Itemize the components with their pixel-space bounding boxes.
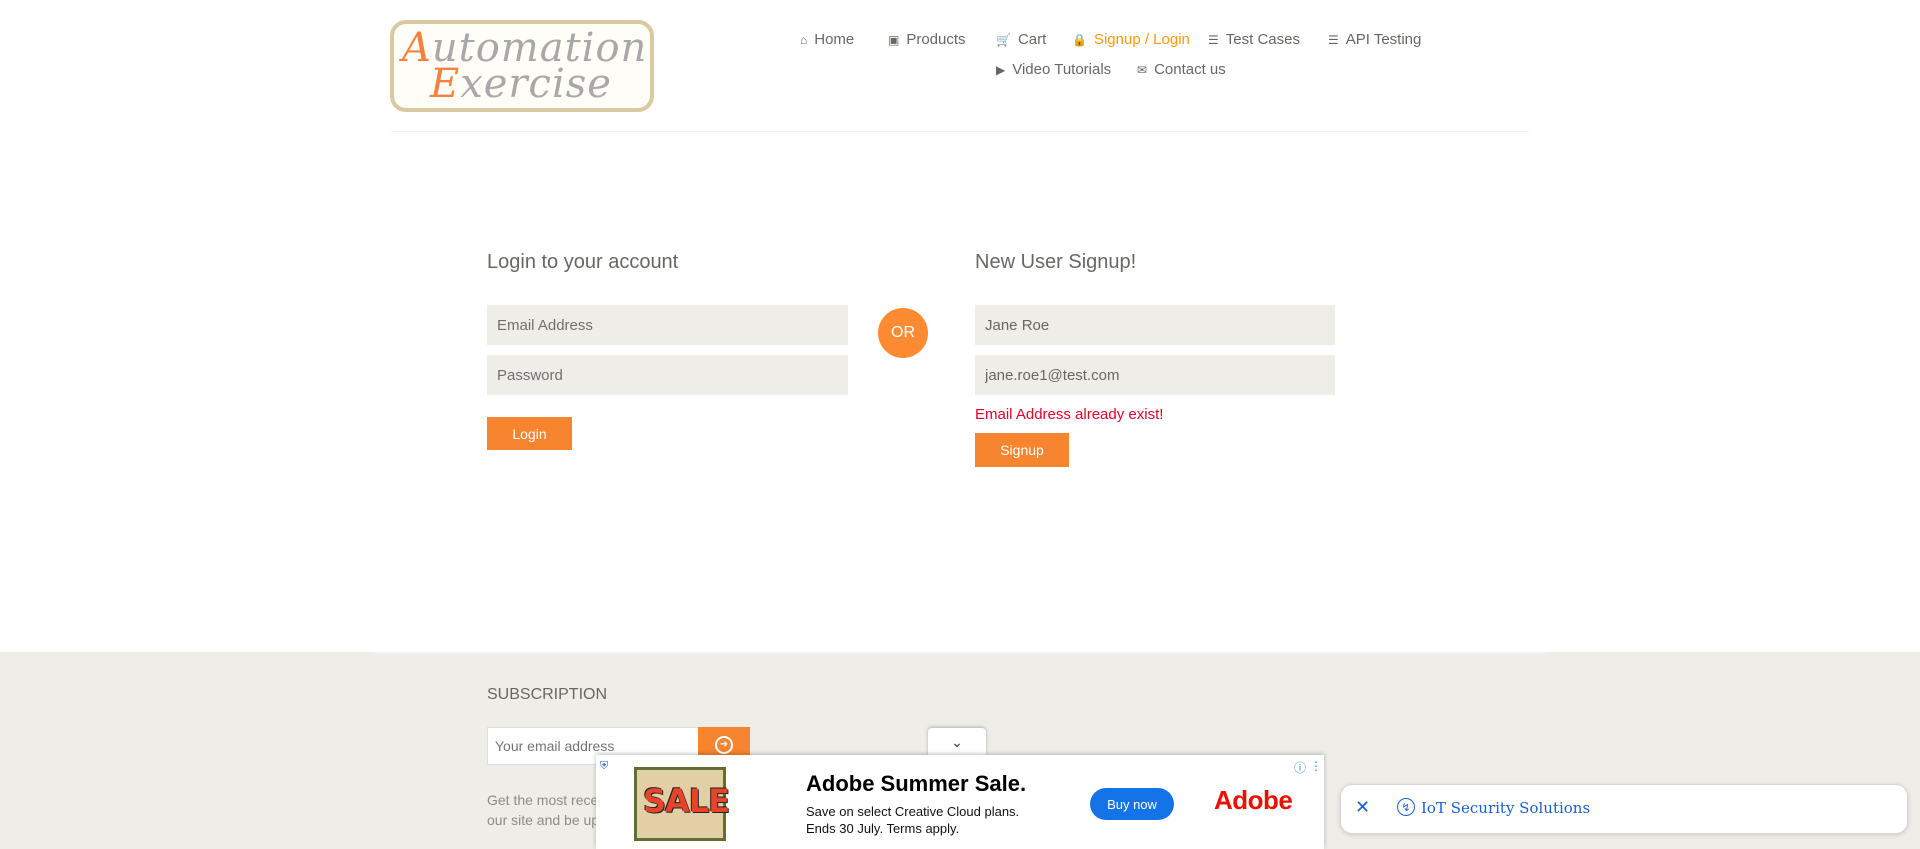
lock-icon: 🔒 [1072, 32, 1087, 47]
side-ad-bar[interactable]: ✕ ↯ IoT Security Solutions [1340, 784, 1908, 834]
subscription-title: SUBSCRIPTION [487, 686, 608, 703]
youtube-play-icon: ▶ [996, 62, 1006, 77]
nav-signup-login[interactable]: 🔒 Signup / Login [1072, 31, 1190, 48]
envelope-icon: ✉ [1137, 62, 1148, 77]
signup-error-message: Email Address already exist! [975, 406, 1164, 423]
cart-icon: 🛒 [996, 32, 1011, 47]
login-button[interactable]: Login [487, 417, 572, 450]
nav-test-cases[interactable]: ☰ Test Cases [1208, 31, 1300, 48]
list-icon: ☰ [1328, 32, 1339, 47]
adobe-banner-ad[interactable]: ⛨ SALE Adobe Summer Sale. Save on select… [596, 755, 1324, 849]
ad-brand-logo: Adobe [1214, 785, 1293, 815]
signup-title: New User Signup! [975, 251, 1137, 273]
signup-name-input[interactable] [975, 305, 1335, 345]
ad-buy-now-button[interactable]: Buy now [1090, 788, 1174, 820]
ad-info-icon[interactable]: ⓘ [1294, 759, 1306, 776]
header-divider [390, 131, 1530, 132]
nav-cart[interactable]: 🛒 Cart [996, 31, 1046, 48]
footer-edge [375, 652, 1545, 654]
ad-menu-icon[interactable]: ⋮ [1310, 759, 1322, 773]
nav-products[interactable]: ▣ Products [888, 31, 966, 48]
briefcase-icon: ▣ [888, 32, 900, 47]
home-icon: ⌂ [800, 32, 808, 47]
nav-api-testing[interactable]: ☰ API Testing [1328, 31, 1421, 48]
ad-description: Save on select Creative Cloud plans. End… [806, 804, 1020, 836]
lightning-circle-icon: ↯ [1397, 798, 1415, 816]
site-logo[interactable]: Automation Exercise [390, 20, 654, 112]
chevron-down-icon: ⌄ [951, 733, 963, 750]
login-email-input[interactable] [487, 305, 848, 345]
login-password-input[interactable] [487, 355, 848, 395]
ad-privacy-shield-icon[interactable]: ⛨ [600, 760, 608, 773]
ad-title: Adobe Summer Sale. [806, 771, 1027, 796]
ad-collapse-button[interactable]: ⌄ [928, 728, 986, 756]
arrow-circle-right-icon: ➜ [715, 736, 733, 754]
signup-button[interactable]: Signup [975, 433, 1069, 467]
or-divider-badge: OR [878, 308, 928, 358]
nav-home[interactable]: ⌂ Home [800, 31, 854, 48]
subscription-description: Get the most rece our site and be up [487, 792, 600, 828]
login-title: Login to your account [487, 251, 679, 273]
nav-contact-us[interactable]: ✉ Contact us [1137, 61, 1226, 78]
sale-image: SALE [634, 767, 730, 841]
logo-line-2: Exercise [430, 61, 612, 107]
list-icon: ☰ [1208, 32, 1219, 47]
close-icon[interactable]: ✕ [1355, 797, 1370, 818]
signup-email-input[interactable] [975, 355, 1335, 395]
side-ad-text[interactable]: IoT Security Solutions [1421, 799, 1590, 817]
nav-video-tutorials[interactable]: ▶ Video Tutorials [996, 61, 1111, 78]
